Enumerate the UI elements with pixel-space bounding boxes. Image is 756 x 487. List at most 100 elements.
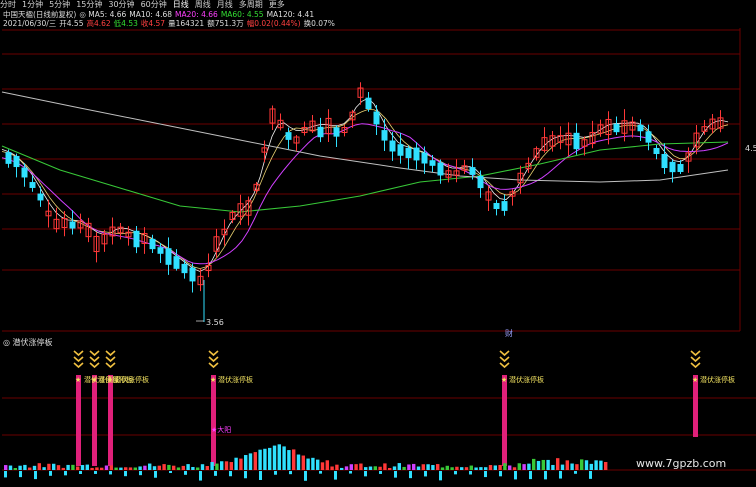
period-tab[interactable]: 周线 bbox=[195, 0, 211, 9]
volume-bar bbox=[76, 466, 80, 470]
volume-bar bbox=[4, 465, 8, 470]
period-tab[interactable]: 30分钟 bbox=[108, 0, 134, 9]
volume-bar bbox=[244, 455, 248, 470]
finance-marker: 财 bbox=[505, 328, 513, 338]
signal-bar bbox=[108, 375, 113, 466]
header-value: 量164321 bbox=[168, 19, 205, 28]
period-tab[interactable]: 1分钟 bbox=[22, 0, 43, 9]
signal-star: ★ bbox=[75, 376, 81, 384]
candle-body bbox=[149, 238, 156, 250]
volume-bar bbox=[373, 466, 377, 470]
volume-bar bbox=[527, 463, 531, 470]
volume-bar bbox=[455, 466, 459, 470]
volume-bar bbox=[109, 465, 113, 470]
volume-tail bbox=[424, 471, 427, 477]
candle-body bbox=[165, 248, 172, 265]
header-value: 额751.3万 bbox=[207, 19, 244, 28]
candle-body bbox=[5, 152, 12, 164]
volume-bar bbox=[508, 465, 512, 470]
candlesticks[interactable] bbox=[5, 82, 724, 322]
period-tab[interactable]: 月线 bbox=[217, 0, 233, 9]
volume-bar bbox=[349, 464, 353, 470]
candle-body bbox=[29, 182, 36, 188]
volume-bar bbox=[124, 467, 128, 470]
volume-bar bbox=[143, 465, 147, 470]
volume-bar bbox=[104, 465, 109, 470]
volume-bar bbox=[383, 463, 387, 470]
period-tab[interactable]: 多周期 bbox=[239, 0, 263, 9]
volume-bar bbox=[215, 463, 219, 470]
candle-body bbox=[613, 123, 620, 133]
signal-chevron bbox=[73, 362, 84, 369]
volume-bar bbox=[311, 457, 315, 470]
candle-body bbox=[637, 124, 644, 132]
candle-body bbox=[573, 132, 580, 150]
signal-chevron bbox=[105, 362, 116, 369]
signal-star: ★ bbox=[692, 376, 698, 384]
signal-chevron bbox=[499, 350, 510, 357]
volume-bar bbox=[560, 464, 565, 470]
volume-tail bbox=[394, 471, 397, 478]
volume-bar bbox=[196, 467, 200, 470]
header-value: 2021/06/30/三 bbox=[3, 19, 57, 28]
volume-tail bbox=[289, 471, 292, 475]
volume-tail bbox=[34, 471, 37, 480]
indicator-title: ◎ 潜伏涨停板 bbox=[3, 338, 53, 347]
volume-bar bbox=[450, 467, 454, 470]
volume-tail bbox=[439, 471, 442, 481]
volume-bar bbox=[580, 459, 584, 470]
volume-bar bbox=[61, 467, 65, 470]
signal-label: 潜伏涨停板 bbox=[700, 375, 735, 384]
signal-chevron bbox=[89, 350, 100, 357]
candle-body bbox=[381, 130, 388, 141]
candle-body bbox=[477, 175, 484, 189]
volume-bar bbox=[546, 459, 550, 470]
volume-bar bbox=[503, 463, 507, 470]
signal-chevron bbox=[105, 356, 116, 363]
volume-bar bbox=[498, 464, 502, 470]
signal-chevron bbox=[499, 362, 510, 369]
ma10-line bbox=[1, 109, 729, 270]
volume-bar bbox=[488, 465, 493, 470]
volume-bar bbox=[138, 466, 142, 470]
period-tab[interactable]: 60分钟 bbox=[141, 0, 167, 9]
candle-body bbox=[669, 161, 676, 173]
volume-bar bbox=[162, 464, 166, 470]
volume-bar bbox=[392, 466, 397, 470]
volume-tail bbox=[169, 471, 172, 474]
volume-bar bbox=[37, 463, 41, 470]
ma60-line bbox=[1, 141, 729, 213]
volume-bar bbox=[460, 467, 464, 470]
signal-chevron bbox=[105, 350, 116, 357]
volume-tail bbox=[364, 471, 367, 477]
period-tab[interactable]: 分时 bbox=[0, 0, 16, 9]
signal-star: ★ bbox=[501, 376, 507, 384]
signal-label: 潜伏涨停板 bbox=[114, 375, 149, 384]
volume-tail bbox=[184, 471, 187, 475]
period-tab[interactable]: 更多 bbox=[269, 0, 285, 9]
candle-body bbox=[373, 111, 380, 125]
candle-body bbox=[21, 167, 28, 178]
volume-bar bbox=[114, 467, 118, 470]
volume-bar bbox=[522, 464, 526, 470]
candle-body bbox=[285, 132, 292, 140]
chart-canvas[interactable]: 3.564.5财 ★ ★ ★ ★ ★ ★潜伏涨停板潜伏涨停板潜伏涨停板 潜伏涨停板 潜伏涨停板… bbox=[0, 0, 756, 487]
period-tab[interactable]: 5分钟 bbox=[49, 0, 70, 9]
candle-body bbox=[653, 147, 660, 155]
signal-chevron bbox=[208, 350, 219, 357]
volume-tail bbox=[259, 471, 262, 480]
volume-bar bbox=[23, 464, 27, 470]
candle-body bbox=[69, 221, 76, 229]
signal-chevron bbox=[690, 356, 701, 363]
volume-bar bbox=[436, 464, 440, 470]
volume-bar bbox=[42, 467, 46, 470]
signal-label: 潜伏涨停板 bbox=[509, 375, 544, 384]
volume-bar bbox=[565, 460, 569, 470]
signal-chevron bbox=[208, 356, 219, 363]
volume-bar bbox=[575, 464, 579, 470]
signal-bar bbox=[211, 375, 216, 466]
header-value: 高4.62 bbox=[86, 19, 111, 28]
period-tab[interactable]: 15分钟 bbox=[76, 0, 102, 9]
period-tab[interactable]: 日线 bbox=[173, 0, 189, 9]
volume-bar bbox=[248, 453, 253, 470]
